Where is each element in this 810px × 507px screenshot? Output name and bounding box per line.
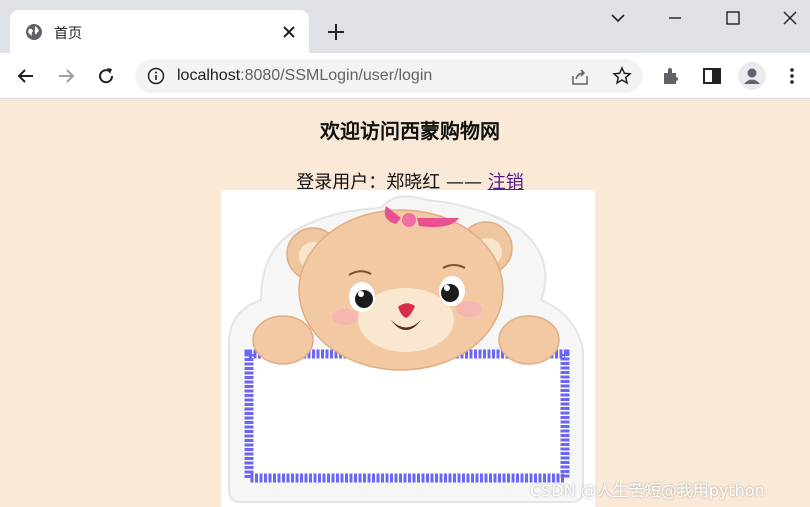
- profile-avatar[interactable]: [738, 62, 766, 90]
- url-text[interactable]: localhost:8080/SSMLogin/user/login: [177, 67, 432, 85]
- close-icon[interactable]: [780, 8, 800, 28]
- tab-close-icon[interactable]: [279, 22, 299, 42]
- back-icon[interactable]: [15, 65, 37, 87]
- info-icon[interactable]: [147, 67, 165, 85]
- maximize-icon[interactable]: [723, 8, 743, 28]
- globe-icon: [26, 24, 42, 40]
- minimize-icon[interactable]: [665, 8, 685, 28]
- side-panel-icon[interactable]: [701, 65, 723, 87]
- address-bar[interactable]: localhost:8080/SSMLogin/user/login: [135, 59, 643, 93]
- extensions-icon[interactable]: [660, 65, 682, 87]
- url-path: :8080/SSMLogin/user/login: [240, 67, 433, 84]
- tab-title: 首页: [54, 26, 82, 42]
- share-icon[interactable]: [570, 67, 590, 87]
- tab-strip: 首页: [0, 0, 810, 53]
- browser-toolbar: localhost:8080/SSMLogin/user/login: [0, 53, 810, 99]
- new-tab-icon[interactable]: [326, 22, 346, 42]
- bear-sign-image: [221, 190, 595, 507]
- bookmark-star-icon[interactable]: [612, 66, 632, 86]
- chevron-down-icon[interactable]: [608, 8, 628, 28]
- forward-icon[interactable]: [55, 65, 77, 87]
- menu-kebab-icon[interactable]: [781, 65, 803, 87]
- reload-icon[interactable]: [95, 65, 117, 87]
- profile-icon: [744, 68, 760, 84]
- watermark-text: CSDN @人生苦短@我用python: [530, 481, 765, 500]
- url-host: localhost: [177, 67, 241, 84]
- page-title: 欢迎访问西蒙购物网: [320, 119, 500, 143]
- tab-home[interactable]: 首页: [10, 10, 309, 53]
- page-content: 欢迎访问西蒙购物网 登录用户：郑晓红 —— 注销 CSDN @人生苦短@我用py…: [0, 99, 810, 507]
